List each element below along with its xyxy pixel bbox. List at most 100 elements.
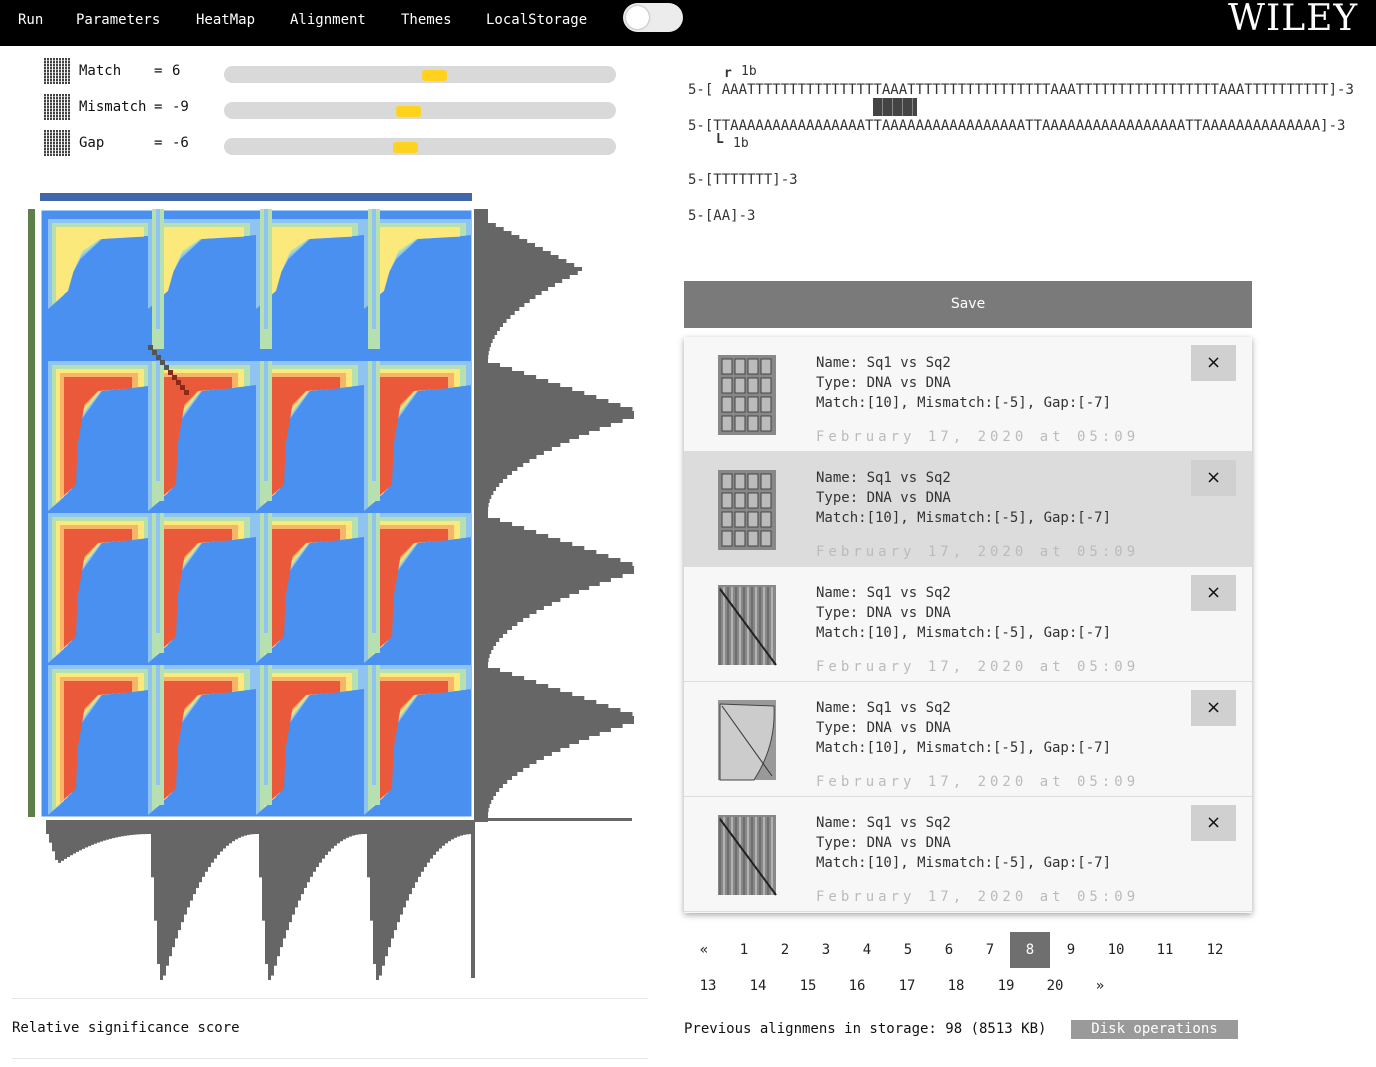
toggle-knob [626, 6, 649, 29]
item-params: Match:[10], Mismatch:[-5], Gap:[-7] [816, 395, 1112, 411]
page-link[interactable]: 12 [1195, 932, 1235, 968]
item-name: Name: Sq1 vs Sq2 [816, 815, 951, 831]
row-score-histogram [474, 209, 634, 822]
item-type: Type: DNA vs DNA [816, 835, 951, 851]
top-marker: r [724, 66, 732, 81]
slider-thumb[interactable] [422, 70, 447, 81]
saved-alignment-item[interactable]: Name: Sq1 vs Sq2 Type: DNA vs DNA Match:[1… [684, 567, 1252, 682]
delete-item-button[interactable]: × [1191, 805, 1236, 841]
item-date: February 17, 2020 at 05:09 [816, 544, 1140, 560]
item-type: Type: DNA vs DNA [816, 375, 951, 391]
page-link[interactable]: 7 [970, 932, 1010, 968]
page-prev[interactable]: « [684, 932, 724, 968]
storage-status: Previous alignmens in storage: 98 (8513 … [684, 1021, 1047, 1037]
item-name: Name: Sq1 vs Sq2 [816, 355, 951, 371]
item-date: February 17, 2020 at 05:09 [816, 429, 1140, 445]
page-link[interactable]: 19 [986, 968, 1026, 1004]
gradient-icon [44, 130, 70, 156]
alignment-thumbnail-icon [718, 585, 777, 666]
page-link[interactable]: 11 [1145, 932, 1185, 968]
match-slider[interactable] [224, 66, 616, 83]
disk-operations-button[interactable]: Disk operations [1071, 1020, 1238, 1039]
alignment-thumbnail-icon [718, 815, 777, 896]
page-link[interactable]: 20 [1035, 968, 1075, 1004]
page-link[interactable]: 13 [688, 968, 728, 1004]
item-date: February 17, 2020 at 05:09 [816, 774, 1140, 790]
param-label: Match [79, 63, 122, 79]
item-date: February 17, 2020 at 05:09 [816, 889, 1140, 905]
bottom-marker: L [716, 132, 724, 147]
param-equals: = [154, 99, 163, 115]
sequence-2: 5-[TTAAAAAAAAAAAAAAAATTAAAAAAAAAAAAAAAAA… [688, 118, 1346, 134]
saved-alignment-item[interactable]: Name: Sq1 vs Sq2 Type: DNA vs DNA Match:[1… [684, 452, 1252, 567]
menu-alignment[interactable]: Alignment [290, 12, 366, 28]
top-menu-bar: Run Parameters HeatMap Alignment Themes … [0, 0, 1376, 46]
gradient-icon [44, 58, 70, 84]
sequence-1: 5-[ AAATTTTTTTTTTTTTTTTAAATTTTTTTTTTTTTT… [688, 82, 1354, 98]
sequence-left-bar [28, 209, 35, 817]
mismatch-slider[interactable] [224, 102, 616, 119]
theme-toggle[interactable] [623, 3, 683, 32]
item-date: February 17, 2020 at 05:09 [816, 659, 1140, 675]
item-params: Match:[10], Mismatch:[-5], Gap:[-7] [816, 510, 1112, 526]
menu-heatmap[interactable]: HeatMap [196, 12, 255, 28]
menu-parameters[interactable]: Parameters [76, 12, 160, 28]
param-value: -6 [172, 135, 189, 151]
param-value: 6 [172, 63, 181, 79]
column-score-histogram [46, 820, 475, 980]
menu-themes[interactable]: Themes [401, 12, 452, 28]
page-link[interactable]: 5 [888, 932, 928, 968]
saved-alignment-item[interactable]: Name: Sq1 vs Sq2 Type: DNA vs DNA Match:[1… [684, 797, 1252, 912]
param-label: Mismatch [79, 99, 147, 115]
menu-run[interactable]: Run [18, 12, 43, 28]
sequence-top-bar [40, 193, 472, 201]
item-params: Match:[10], Mismatch:[-5], Gap:[-7] [816, 855, 1112, 871]
gap-slider[interactable] [224, 138, 616, 155]
page-link[interactable]: 9 [1051, 932, 1091, 968]
sequence-3: 5-[TTTTTTT]-3 [688, 172, 798, 188]
param-equals: = [154, 63, 163, 79]
item-type: Type: DNA vs DNA [816, 605, 951, 621]
item-type: Type: DNA vs DNA [816, 720, 951, 736]
menu-localstorage[interactable]: LocalStorage [486, 12, 587, 28]
page-link[interactable]: 6 [929, 932, 969, 968]
saved-alignment-item[interactable]: Name: Sq1 vs Sq2 Type: DNA vs DNA Match:[1… [684, 337, 1252, 452]
page-next[interactable]: » [1080, 968, 1120, 1004]
page-link[interactable]: 2 [765, 932, 805, 968]
relative-significance-label: Relative significance score [12, 1020, 240, 1036]
item-name: Name: Sq1 vs Sq2 [816, 700, 951, 716]
alignment-thumbnail-icon [718, 355, 776, 435]
alignment-thumbnail-icon [718, 700, 776, 781]
item-type: Type: DNA vs DNA [816, 490, 951, 506]
delete-item-button[interactable]: × [1191, 575, 1236, 611]
item-params: Match:[10], Mismatch:[-5], Gap:[-7] [816, 740, 1112, 756]
page-link[interactable]: 3 [806, 932, 846, 968]
slider-thumb[interactable] [393, 142, 418, 153]
delete-item-button[interactable]: × [1191, 690, 1236, 726]
page-link[interactable]: 17 [887, 968, 927, 1004]
alignment-heatmap[interactable] [40, 209, 473, 818]
top-marker-label: 1b [741, 64, 757, 79]
page-link[interactable]: 15 [788, 968, 828, 1004]
saved-alignment-item[interactable]: Name: Sq1 vs Sq2 Type: DNA vs DNA Match:[1… [684, 682, 1252, 797]
page-link[interactable]: 4 [847, 932, 887, 968]
divider [12, 1058, 648, 1059]
page-link[interactable]: 18 [936, 968, 976, 1004]
page-link[interactable]: 14 [738, 968, 778, 1004]
delete-item-button[interactable]: × [1191, 460, 1236, 496]
param-equals: = [154, 135, 163, 151]
gradient-icon [44, 94, 70, 120]
save-button[interactable]: Save [684, 281, 1252, 328]
page-link[interactable]: 1 [724, 932, 764, 968]
slider-thumb[interactable] [396, 106, 421, 117]
param-value: -9 [172, 99, 189, 115]
delete-item-button[interactable]: × [1191, 345, 1236, 381]
page-link[interactable]: 8 [1010, 932, 1050, 968]
sequence-4: 5-[AA]-3 [688, 208, 756, 224]
page-link[interactable]: 16 [837, 968, 877, 1004]
page-link[interactable]: 10 [1096, 932, 1136, 968]
item-name: Name: Sq1 vs Sq2 [816, 470, 951, 486]
item-name: Name: Sq1 vs Sq2 [816, 585, 951, 601]
wiley-logo: WILEY [1228, 0, 1359, 39]
bottom-marker-label: 1b [733, 136, 749, 151]
